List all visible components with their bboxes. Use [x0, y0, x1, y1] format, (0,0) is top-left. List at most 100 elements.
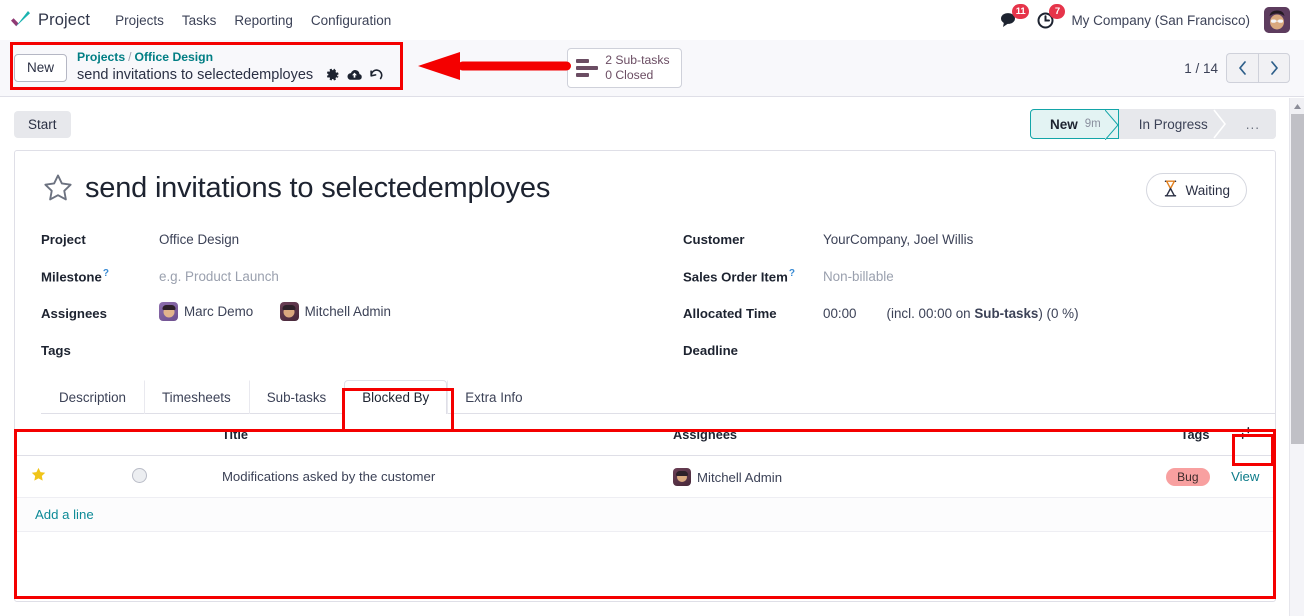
- form-sheet: send invitations to selectedemployes Wai…: [14, 150, 1276, 602]
- field-sales-order-item: Sales Order Item? Non-billable: [683, 258, 1249, 295]
- cell-tags[interactable]: Bug: [1077, 455, 1216, 498]
- field-sales-order-item-value[interactable]: Non-billable: [823, 269, 894, 284]
- activities-badge: 7: [1049, 4, 1066, 19]
- status-badge-label: Waiting: [1185, 182, 1230, 198]
- status-badge[interactable]: Waiting: [1146, 173, 1247, 207]
- field-deadline-label: Deadline: [683, 343, 738, 358]
- field-allocated-time-value[interactable]: 00:00: [823, 306, 857, 321]
- assignee-chip[interactable]: Mitchell Admin: [279, 301, 391, 321]
- stage-more[interactable]: ...: [1225, 109, 1276, 139]
- field-tags: Tags: [41, 332, 671, 369]
- vertical-scrollbar[interactable]: [1289, 98, 1304, 616]
- stage-new-label: New: [1049, 116, 1078, 132]
- odoo-check-logo[interactable]: [8, 7, 34, 33]
- cell-title[interactable]: Modifications asked by the customer: [215, 455, 668, 498]
- cell-priority[interactable]: [15, 455, 63, 498]
- brand-name[interactable]: Project: [38, 11, 90, 30]
- chat-bubble-icon[interactable]: 11: [999, 4, 1030, 31]
- field-milestone-label: Milestone?: [41, 268, 109, 285]
- breadcrumb-separator: /: [128, 49, 132, 64]
- state-circle-icon[interactable]: [131, 467, 147, 483]
- blocked-by-table: Title Assignees Tags Modifications asked…: [15, 414, 1275, 532]
- subtasks-closed-count: 0 Closed: [605, 68, 654, 82]
- assignee-chip[interactable]: Marc Demo: [159, 301, 254, 321]
- field-milestone: Milestone? e.g. Product Launch: [41, 258, 671, 295]
- col-tags[interactable]: Tags: [1077, 414, 1216, 456]
- nav-item-tasks[interactable]: Tasks: [173, 7, 226, 34]
- company-switcher[interactable]: My Company (San Francisco): [1071, 13, 1250, 28]
- undo-icon[interactable]: [365, 64, 387, 86]
- task-title-row: send invitations to selectedemployes Wai…: [41, 171, 1249, 207]
- stage-new[interactable]: New 9m: [1029, 109, 1119, 141]
- help-icon[interactable]: ?: [103, 268, 109, 279]
- stage-statusbar: New 9m In Progress ...: [1029, 109, 1276, 141]
- assignee-list: Marc Demo Mitchell Admin: [159, 301, 413, 326]
- cell-assignee-name: Mitchell Admin: [697, 469, 783, 485]
- top-navbar: Project Projects Tasks Reporting Configu…: [0, 0, 1304, 40]
- scrollbar-thumb[interactable]: [1291, 114, 1304, 444]
- nav-item-reporting[interactable]: Reporting: [225, 7, 302, 34]
- status-badge[interactable]: Bug: [1166, 467, 1210, 486]
- cell-state[interactable]: [62, 455, 216, 498]
- col-assignees[interactable]: Assignees: [667, 414, 1078, 456]
- col-state: [62, 414, 216, 456]
- form-column-left: Project Office Design Milestone? e.g. Pr…: [41, 221, 671, 369]
- col-priority: [15, 414, 63, 456]
- caret-up-icon[interactable]: [1290, 98, 1304, 114]
- help-icon[interactable]: ?: [789, 268, 795, 279]
- navbar-right-group: 11 7 My Company (San Francisco): [999, 4, 1294, 33]
- gear-icon[interactable]: [321, 64, 343, 86]
- col-title[interactable]: Title: [215, 414, 668, 456]
- add-line-row[interactable]: Add a line: [15, 497, 1275, 532]
- subtasks-stat-button[interactable]: 2 Sub-tasks 0 Closed: [567, 48, 682, 88]
- star-filled-icon[interactable]: [30, 467, 47, 487]
- star-outline-icon[interactable]: [41, 171, 75, 205]
- nav-item-configuration[interactable]: Configuration: [302, 7, 400, 34]
- clock-icon[interactable]: 7: [1035, 4, 1066, 31]
- breadcrumb-item-projects[interactable]: Projects: [77, 50, 125, 64]
- chevron-left-icon[interactable]: [1226, 53, 1258, 83]
- breadcrumb-item-office-design[interactable]: Office Design: [135, 50, 214, 64]
- control-panel-left: New Projects / Office Design send invitati…: [0, 50, 387, 87]
- pager-buttons: [1226, 53, 1290, 83]
- stage-in-progress[interactable]: In Progress: [1118, 109, 1226, 139]
- field-customer-value[interactable]: YourCompany, Joel Willis: [823, 232, 973, 247]
- new-button[interactable]: New: [14, 53, 68, 83]
- statusbar-row: Start New 9m In Progress ...: [0, 98, 1304, 150]
- cell-action[interactable]: View: [1215, 455, 1275, 498]
- breadcrumb-current: send invitations to selectedemployes: [77, 64, 387, 86]
- cloud-upload-icon[interactable]: [343, 64, 365, 86]
- sliders-icon[interactable]: [1236, 425, 1254, 441]
- field-allocated-time: Allocated Time 00:00 (incl. 00:00 on Sub…: [683, 295, 1249, 332]
- chevron-right-icon[interactable]: [1258, 53, 1290, 83]
- assignee-avatar: [279, 301, 299, 321]
- stage-in-progress-label: In Progress: [1138, 116, 1208, 132]
- tab-blocked-by[interactable]: Blocked By: [344, 380, 448, 414]
- start-button[interactable]: Start: [14, 110, 71, 138]
- avatar[interactable]: [1264, 7, 1290, 33]
- field-project: Project Office Design: [41, 221, 671, 258]
- pager-value: 1 / 14: [1184, 60, 1218, 76]
- field-customer: Customer YourCompany, Joel Willis: [683, 221, 1249, 258]
- assignee-name: Marc Demo: [184, 303, 254, 319]
- add-a-line-button[interactable]: Add a line: [35, 507, 94, 522]
- field-project-label: Project: [41, 232, 86, 247]
- tab-timesheets[interactable]: Timesheets: [143, 380, 249, 414]
- cell-assignees[interactable]: Mitchell Admin: [667, 455, 1078, 498]
- field-milestone-input[interactable]: e.g. Product Launch: [159, 269, 279, 284]
- cell-add-line[interactable]: Add a line: [15, 497, 1275, 532]
- subtasks-stat-text: 2 Sub-tasks 0 Closed: [605, 53, 669, 83]
- table-header-row: Title Assignees Tags: [15, 414, 1275, 456]
- nav-item-projects[interactable]: Projects: [106, 7, 173, 34]
- view-button[interactable]: View: [1231, 469, 1259, 484]
- breadcrumb-current-label: send invitations to selectedemployes: [77, 66, 314, 83]
- tab-extra-info[interactable]: Extra Info: [447, 380, 540, 414]
- field-project-value[interactable]: Office Design: [159, 232, 239, 247]
- tab-description[interactable]: Description: [41, 380, 144, 414]
- allocated-time-subtask-note: (incl. 00:00 on Sub-tasks) (0 %): [886, 306, 1079, 321]
- col-options: [1215, 414, 1275, 456]
- tab-sub-tasks[interactable]: Sub-tasks: [248, 380, 345, 414]
- assignee-avatar: [159, 301, 178, 321]
- table-row[interactable]: Modifications asked by the customer Mitc…: [15, 455, 1275, 498]
- field-tags-label: Tags: [41, 343, 71, 358]
